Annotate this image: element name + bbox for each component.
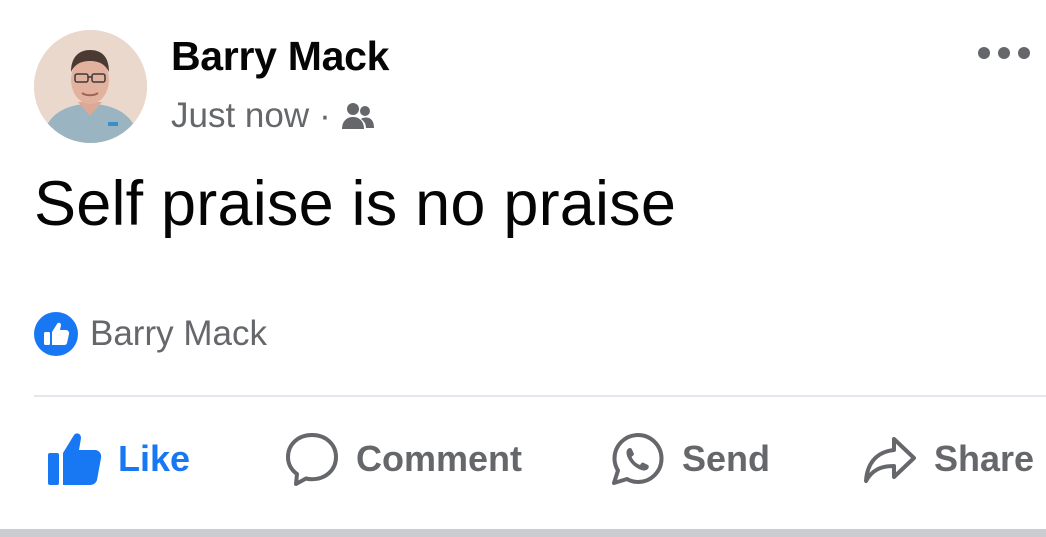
menu-dot <box>998 47 1010 59</box>
share-arrow-icon <box>864 437 916 483</box>
send-button[interactable]: Send <box>610 425 770 493</box>
reactions-summary[interactable]: Barry Mack <box>34 312 267 356</box>
comment-button[interactable]: Comment <box>284 425 522 493</box>
more-options-icon[interactable] <box>978 38 1030 68</box>
whatsapp-icon <box>612 433 664 485</box>
comment-bubble-icon <box>286 433 338 486</box>
share-label: Share <box>934 438 1035 479</box>
menu-dot <box>978 47 990 59</box>
menu-dot <box>1018 47 1030 59</box>
thumbs-up-icon <box>48 433 102 485</box>
like-button[interactable]: Like <box>48 425 190 493</box>
share-button[interactable]: Share <box>862 425 1034 493</box>
post-text: Self praise is no praise <box>34 169 677 239</box>
friends-icon[interactable] <box>341 101 375 131</box>
post-meta: Just now · <box>171 94 375 138</box>
reactor-names: Barry Mack <box>90 314 267 353</box>
avatar-image <box>34 30 147 143</box>
meta-separator: · <box>319 96 331 135</box>
like-reaction-icon <box>34 312 78 356</box>
post-timestamp[interactable]: Just now <box>171 96 309 136</box>
author-name[interactable]: Barry Mack <box>171 33 389 80</box>
divider <box>34 395 1046 397</box>
send-label: Send <box>682 438 771 479</box>
like-label: Like <box>118 438 191 479</box>
feed-separator <box>0 529 1046 537</box>
comment-label: Comment <box>356 438 523 479</box>
avatar[interactable] <box>34 30 147 143</box>
